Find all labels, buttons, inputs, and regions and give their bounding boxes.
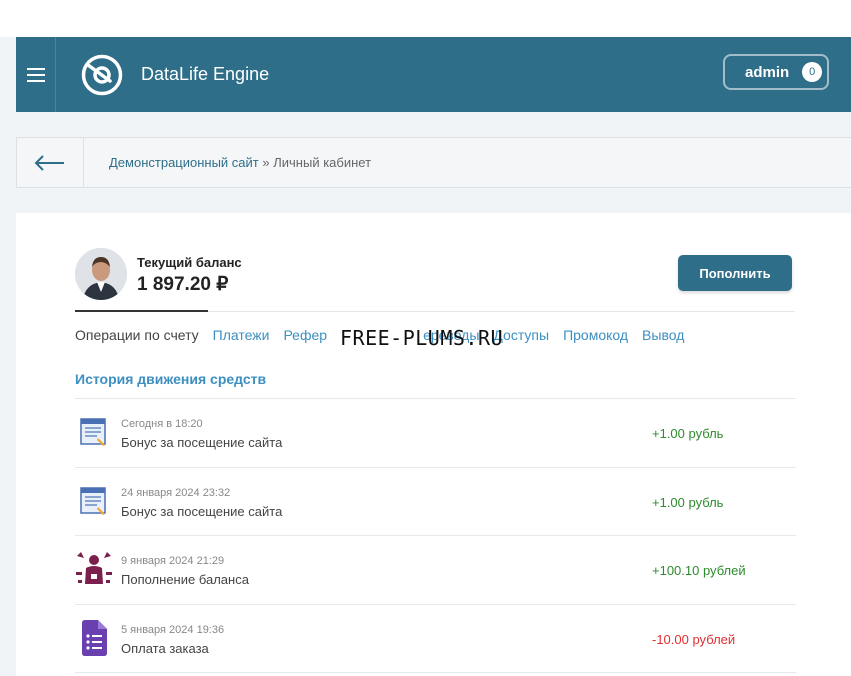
row-amount: +1.00 рубль (652, 426, 724, 441)
row-amount: -10.00 рублей (652, 631, 736, 647)
avatar (75, 248, 127, 300)
history-title: История движения средств (75, 371, 267, 387)
watermark: FREE-PLUMS.RU (340, 326, 504, 350)
balance-label: Текущий баланс (137, 255, 242, 270)
balance-value: 1 897.20 ₽ (137, 274, 229, 295)
tab-promocode[interactable]: Промокод (563, 327, 628, 343)
breadcrumb-separator: » (258, 155, 274, 170)
user-name: admin (745, 63, 790, 81)
topup-button[interactable]: Пополнить (678, 255, 792, 291)
list-item: Сегодня в 18:20 Бонус за посещение сайта… (75, 399, 796, 468)
tab-withdraw[interactable]: Вывод (642, 327, 684, 343)
breadcrumb-link-home[interactable]: Демонстрационный сайт (109, 155, 259, 170)
tab-operations[interactable]: Операции по счету (75, 327, 199, 343)
person-icon (75, 550, 113, 588)
tab-referrals[interactable]: Рефер (283, 327, 327, 343)
active-tab-underline (75, 310, 208, 312)
history-list: Сегодня в 18:20 Бонус за посещение сайта… (75, 398, 796, 673)
document-icon (75, 413, 113, 451)
user-menu-button[interactable]: admin 0 (723, 54, 829, 90)
tabs-divider (208, 311, 795, 312)
row-description: Оплата заказа (121, 640, 209, 656)
account-panel: Текущий баланс 1 897.20 ₽ Пополнить Опер… (16, 213, 851, 676)
list-item: 5 января 2024 19:36 Оплата заказа -10.00… (75, 605, 796, 673)
notification-count-badge: 0 (802, 62, 823, 82)
row-amount: +100.10 рублей (652, 563, 746, 578)
row-date: Сегодня в 18:20 (121, 418, 203, 430)
brand-name[interactable]: DataLife Engine (141, 64, 269, 85)
list-item: 24 января 2024 23:32 Бонус за посещение … (75, 468, 796, 536)
row-date: 5 января 2024 19:36 (121, 623, 225, 636)
top-whitespace (0, 0, 851, 37)
app-header: DataLife Engine admin 0 (16, 37, 851, 112)
breadcrumb: Демонстрационный сайт » Личный кабинет (16, 137, 851, 188)
row-description: Пополнение баланса (121, 572, 249, 587)
back-button[interactable] (17, 138, 84, 187)
tab-payments[interactable]: Платежи (213, 327, 270, 343)
row-date: 9 января 2024 21:29 (121, 555, 225, 567)
row-amount: +1.00 рубль (652, 494, 724, 510)
arrow-left-icon (34, 154, 64, 171)
breadcrumb-current: Личный кабинет (273, 155, 372, 170)
menu-icon[interactable] (16, 37, 56, 112)
breadcrumb-text: Демонстрационный сайт » Личный кабинет (109, 155, 371, 170)
list-item: 9 января 2024 21:29 Пополнение баланса +… (75, 536, 796, 605)
row-description: Бонус за посещение сайта (121, 503, 283, 519)
document-icon (75, 482, 113, 520)
datalife-logo-icon[interactable] (80, 53, 124, 97)
row-date: 24 января 2024 23:32 (121, 486, 231, 499)
row-description: Бонус за посещение сайта (121, 435, 283, 450)
form-icon (75, 619, 113, 657)
